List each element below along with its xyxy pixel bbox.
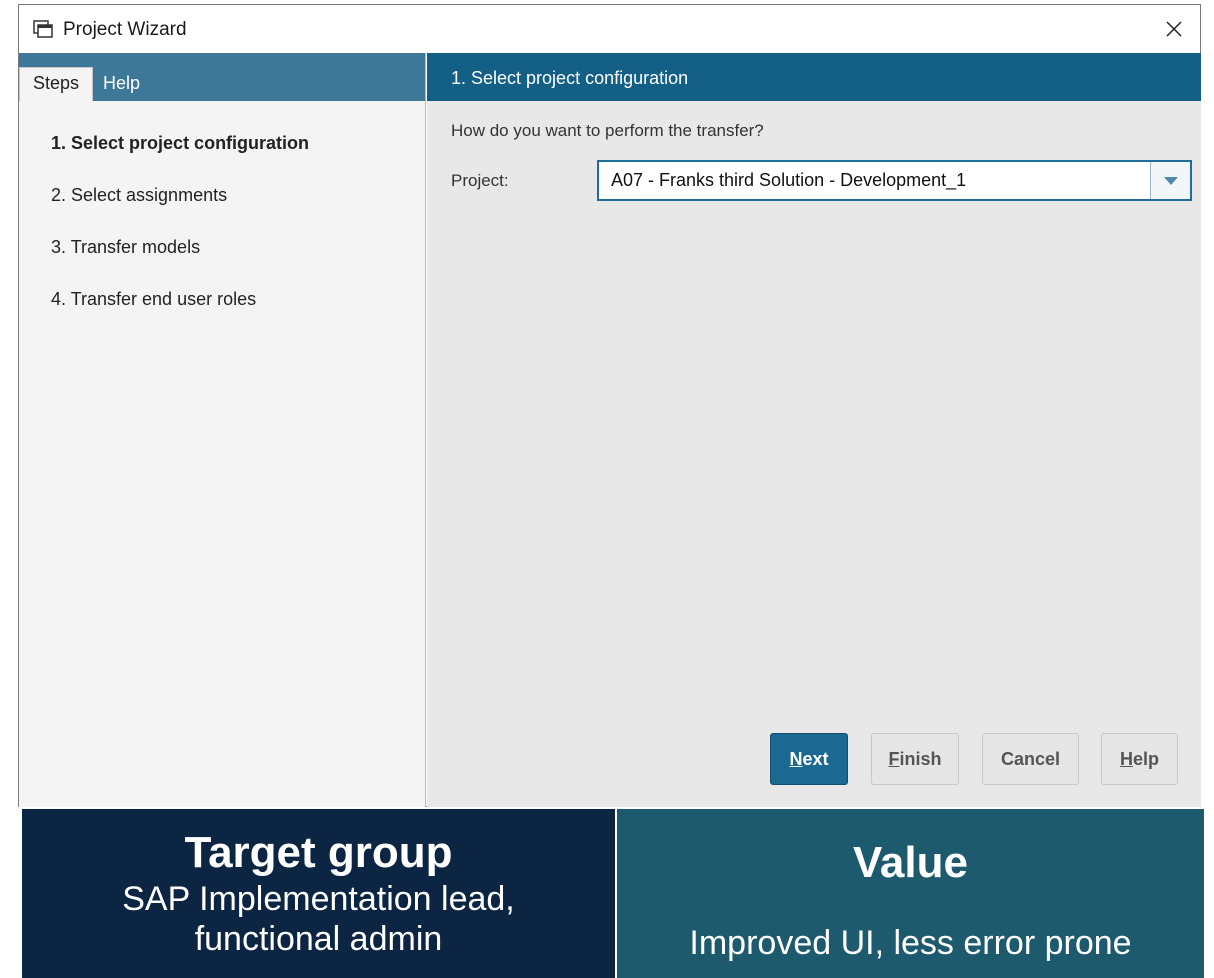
step-transfer-models[interactable]: 3. Transfer models [51,235,309,287]
target-group-panel: Target group SAP Implementation lead, fu… [22,809,615,978]
value-panel: Value Improved UI, less error prone [617,809,1204,978]
next-button-label: ext [802,748,829,769]
window-icon [33,20,53,38]
target-group-line-1: SAP Implementation lead, [122,880,515,918]
left-tab-bar: Steps Help [19,53,425,101]
help-button-mnemonic: H [1119,748,1133,769]
finish-button[interactable]: Finish [871,733,959,785]
project-wizard-window: Project Wizard Steps Help 1. Select proj… [18,4,1201,807]
steps-pane: Steps Help 1. Select project configurati… [19,53,426,807]
step-header-title: 1. Select project configuration [451,68,689,88]
cancel-button[interactable]: Cancel [982,733,1079,785]
project-combobox[interactable]: A07 - Franks third Solution - Developmen… [597,160,1192,201]
title-bar: Project Wizard [19,5,1200,53]
steps-list: 1. Select project configuration 2. Selec… [51,131,309,339]
step-header: 1. Select project configuration [427,53,1201,101]
help-button-label: elp [1132,748,1159,769]
chevron-down-icon [1163,176,1178,185]
finish-button-label: inish [899,748,942,769]
step-transfer-end-user-roles[interactable]: 4. Transfer end user roles [51,287,309,339]
close-icon [1166,21,1182,37]
close-button[interactable] [1158,13,1190,45]
project-combobox-value[interactable]: A07 - Franks third Solution - Developmen… [599,162,1150,199]
help-button[interactable]: Help [1101,733,1178,785]
next-button[interactable]: Next [770,733,848,785]
value-heading: Value [853,838,968,887]
value-text: Improved UI, less error prone [689,924,1132,962]
project-label: Project: [451,171,509,190]
tab-help[interactable]: Help [90,68,153,101]
project-dropdown-button[interactable] [1150,162,1190,199]
content-pane: 1. Select project configuration How do y… [427,53,1201,807]
finish-button-mnemonic: F [888,748,900,769]
window-title: Project Wizard [63,19,187,40]
tab-steps[interactable]: Steps [19,67,94,101]
next-button-mnemonic: N [789,748,803,769]
target-group-line-2: functional admin [194,920,443,958]
step-select-assignments[interactable]: 2. Select assignments [51,183,309,235]
target-group-heading: Target group [184,828,453,877]
step-select-project-configuration[interactable]: 1. Select project configuration [51,131,309,183]
question-text: How do you want to perform the transfer? [451,121,764,140]
